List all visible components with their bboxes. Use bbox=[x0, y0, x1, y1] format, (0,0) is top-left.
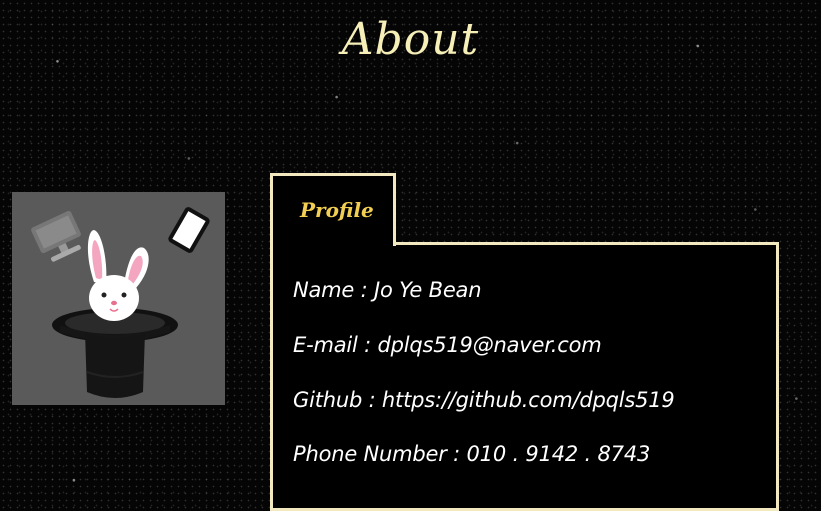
name-label: Name bbox=[293, 278, 355, 302]
page-title: About bbox=[341, 14, 480, 65]
phone-separator: : bbox=[446, 442, 467, 466]
email-separator: : bbox=[357, 333, 378, 357]
laptop-icon bbox=[31, 211, 81, 262]
rabbit-icon bbox=[87, 230, 149, 321]
phone-label: Phone Number bbox=[293, 442, 447, 466]
github-label: Github bbox=[293, 388, 363, 412]
email-value[interactable]: dplqs519@naver.com bbox=[377, 333, 601, 357]
github-separator: : bbox=[362, 388, 382, 412]
github-link[interactable]: https://github.com/dpqls519 bbox=[382, 388, 675, 412]
name-separator: : bbox=[354, 278, 374, 302]
phone-icon bbox=[168, 207, 210, 253]
profile-panel: Name : Jo Ye Bean E-mail : dplqs519@nave… bbox=[270, 242, 779, 511]
tab-divider-mask bbox=[273, 242, 390, 246]
avatar bbox=[12, 192, 225, 405]
profile-phone-row: Phone Number : 010 . 9142 . 8743 bbox=[293, 442, 650, 466]
profile-email-row: E-mail : dplqs519@naver.com bbox=[293, 333, 602, 357]
profile-name-row: Name : Jo Ye Bean bbox=[293, 278, 482, 302]
magic-hat-rabbit-icon bbox=[31, 207, 210, 398]
tab-profile-label: Profile bbox=[300, 198, 374, 222]
phone-value: 010 . 9142 . 8743 bbox=[466, 442, 651, 466]
name-value: Jo Ye Bean bbox=[373, 278, 482, 302]
tab-profile[interactable]: Profile bbox=[270, 173, 396, 246]
profile-github-row: Github : https://github.com/dpqls519 bbox=[293, 388, 675, 412]
email-label: E-mail bbox=[293, 333, 358, 357]
